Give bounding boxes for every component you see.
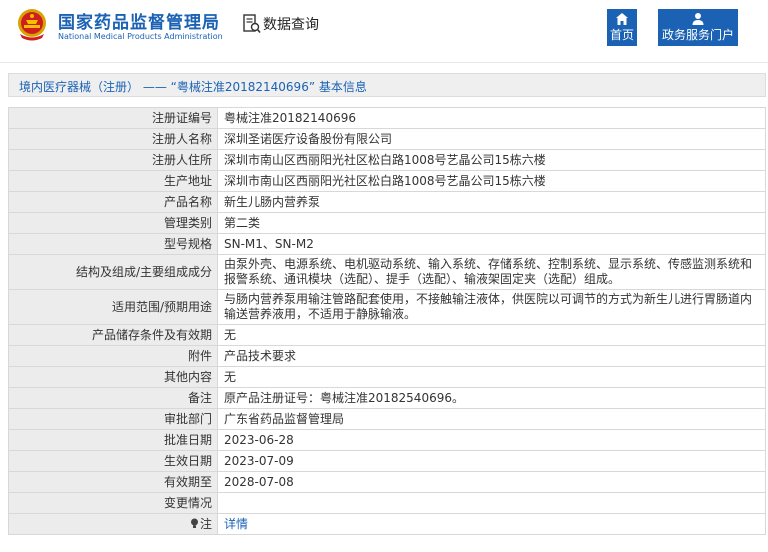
row-label: 生产地址 bbox=[8, 170, 218, 192]
row-value: 2028-07-08 bbox=[217, 471, 766, 493]
row-label: 管理类别 bbox=[8, 212, 218, 234]
registration-detail-table: 注册证编号 粤械注准20182140696 注册人名称 深圳圣诺医疗设备股份有限… bbox=[8, 107, 766, 535]
row-label: 批准日期 bbox=[8, 429, 218, 451]
row-label: 产品名称 bbox=[8, 191, 218, 213]
row-label: 注册人名称 bbox=[8, 128, 218, 150]
row-value bbox=[217, 492, 766, 514]
section-header-bar: 境内医疗器械（注册） —— “粤械注准20182140696” 基本信息 bbox=[8, 73, 766, 97]
row-label: 变更情况 bbox=[8, 492, 218, 514]
row-label: 注册证编号 bbox=[8, 107, 218, 129]
table-row: 生产地址 深圳市南山区西丽阳光社区松白路1008号艺晶公司15栋六楼 bbox=[8, 170, 766, 192]
row-label: 其他内容 bbox=[8, 366, 218, 388]
row-label: 有效期至 bbox=[8, 471, 218, 493]
table-row: 其他内容 无 bbox=[8, 366, 766, 388]
row-value: 第二类 bbox=[217, 212, 766, 234]
table-row: 结构及组成/主要组成成分 由泵外壳、电源系统、电机驱动系统、输入系统、存储系统、… bbox=[8, 254, 766, 290]
home-icon bbox=[616, 13, 628, 25]
row-value: 2023-06-28 bbox=[217, 429, 766, 451]
note-label-cell: 注 bbox=[8, 513, 218, 535]
row-value-cell: 详情 bbox=[217, 513, 766, 535]
row-value: 粤械注准20182140696 bbox=[217, 107, 766, 129]
site-header: 国家药品监督管理局 National Medical Products Admi… bbox=[0, 0, 768, 63]
row-label: 审批部门 bbox=[8, 408, 218, 430]
row-value: 广东省药品监督管理局 bbox=[217, 408, 766, 430]
row-value: 深圳市南山区西丽阳光社区松白路1008号艺晶公司15栋六楼 bbox=[217, 170, 766, 192]
table-row: 注册证编号 粤械注准20182140696 bbox=[8, 107, 766, 129]
site-logo-subtitle: National Medical Products Administration bbox=[58, 32, 223, 41]
table-row: 型号规格 SN-M1、SN-M2 bbox=[8, 233, 766, 255]
table-row: 产品储存条件及有效期 无 bbox=[8, 324, 766, 346]
table-row: 适用范围/预期用途 与肠内营养泵用输注管路配套使用，不接触输注液体，供医院以可调… bbox=[8, 289, 766, 325]
row-label: 产品储存条件及有效期 bbox=[8, 324, 218, 346]
table-row: 注册人住所 深圳市南山区西丽阳光社区松白路1008号艺晶公司15栋六楼 bbox=[8, 149, 766, 171]
row-value: 新生儿肠内营养泵 bbox=[217, 191, 766, 213]
users-icon bbox=[692, 13, 704, 25]
row-label: 注册人住所 bbox=[8, 149, 218, 171]
row-value: 深圳市南山区西丽阳光社区松白路1008号艺晶公司15栋六楼 bbox=[217, 149, 766, 171]
row-label: 结构及组成/主要组成成分 bbox=[8, 254, 218, 290]
row-value: 与肠内营养泵用输注管路配套使用，不接触输注液体，供医院以可调节的方式为新生儿进行… bbox=[217, 289, 766, 325]
table-row: 注 详情 bbox=[8, 513, 766, 535]
lightbulb-icon bbox=[190, 518, 198, 528]
row-label: 生效日期 bbox=[8, 450, 218, 472]
national-emblem-icon bbox=[18, 9, 46, 41]
row-value: 无 bbox=[217, 366, 766, 388]
details-link[interactable]: 详情 bbox=[224, 517, 248, 531]
row-label: 适用范围/预期用途 bbox=[8, 289, 218, 325]
nav-gov-portal-label: 政务服务门户 bbox=[661, 28, 734, 42]
table-row: 生效日期 2023-07-09 bbox=[8, 450, 766, 472]
table-row: 变更情况 bbox=[8, 492, 766, 514]
table-row: 有效期至 2028-07-08 bbox=[8, 471, 766, 493]
row-label: 备注 bbox=[8, 387, 218, 409]
table-row: 产品名称 新生儿肠内营养泵 bbox=[8, 191, 766, 213]
row-label: 附件 bbox=[8, 345, 218, 367]
table-row: 管理类别 第二类 bbox=[8, 212, 766, 234]
table-row: 注册人名称 深圳圣诺医疗设备股份有限公司 bbox=[8, 128, 766, 150]
nav-gov-portal-button[interactable]: 政务服务门户 bbox=[658, 9, 738, 46]
row-value: 原产品注册证号：粤械注准20182540696。 bbox=[217, 387, 766, 409]
table-row: 附件 产品技术要求 bbox=[8, 345, 766, 367]
nav-home-button[interactable]: 首页 bbox=[607, 9, 637, 46]
row-value: SN-M1、SN-M2 bbox=[217, 233, 766, 255]
row-label: 注 bbox=[199, 516, 212, 531]
row-value: 无 bbox=[217, 324, 766, 346]
data-query-title: 数据查询 bbox=[263, 17, 319, 33]
row-value: 深圳圣诺医疗设备股份有限公司 bbox=[217, 128, 766, 150]
data-query-icon bbox=[243, 14, 261, 34]
table-row: 审批部门 广东省药品监督管理局 bbox=[8, 408, 766, 430]
nav-home-label: 首页 bbox=[609, 28, 634, 42]
row-value: 2023-07-09 bbox=[217, 450, 766, 472]
row-value: 产品技术要求 bbox=[217, 345, 766, 367]
site-logo-title[interactable]: 国家药品监督管理局 bbox=[58, 8, 220, 33]
row-value: 由泵外壳、电源系统、电机驱动系统、输入系统、存储系统、控制系统、显示系统、传感监… bbox=[217, 254, 766, 290]
table-row: 批准日期 2023-06-28 bbox=[8, 429, 766, 451]
table-row: 备注 原产品注册证号：粤械注准20182540696。 bbox=[8, 387, 766, 409]
row-label: 型号规格 bbox=[8, 233, 218, 255]
section-title: 境内医疗器械（注册） —— “粤械注准20182140696” 基本信息 bbox=[19, 80, 367, 94]
